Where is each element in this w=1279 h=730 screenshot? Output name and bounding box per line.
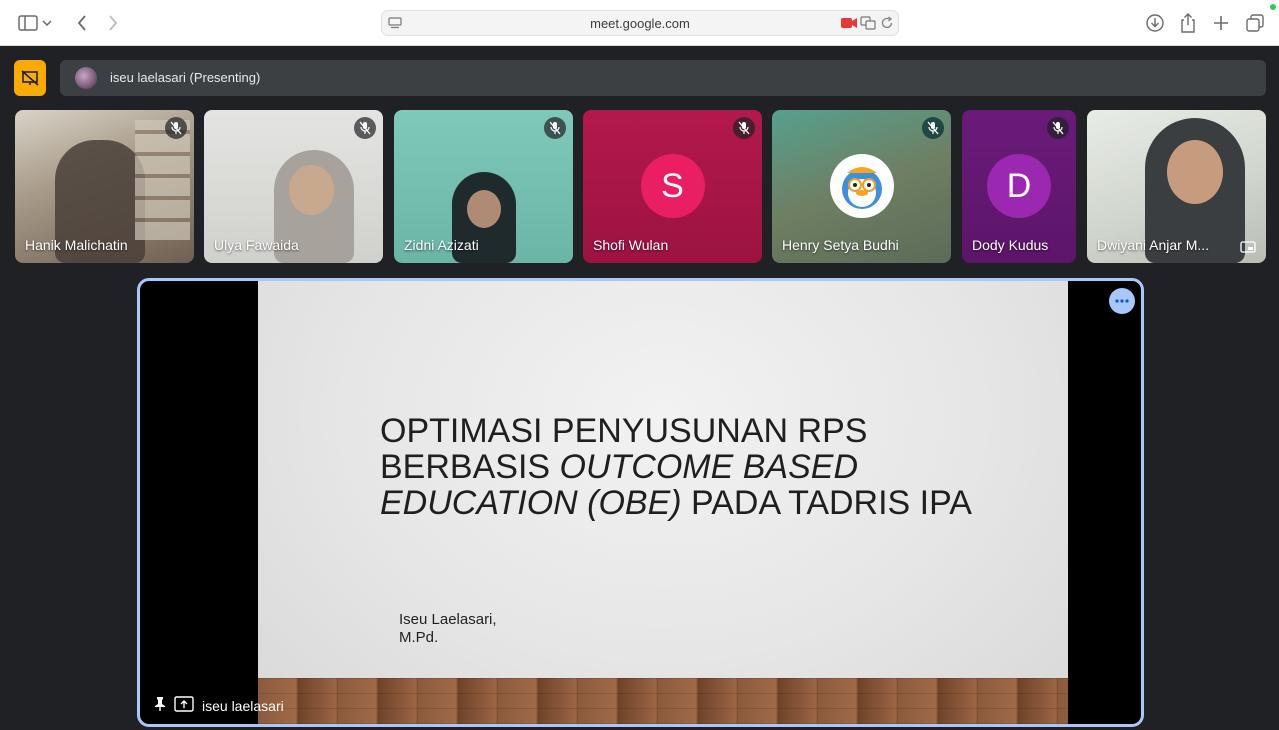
participant-name: Dwiyani Anjar M...	[1097, 237, 1210, 253]
participant-name: Dody Kudus	[972, 237, 1049, 253]
avatar: S	[640, 154, 705, 218]
forward-icon[interactable]	[101, 11, 125, 35]
sidebar-toggle-icon[interactable]	[16, 11, 40, 35]
slide-title: OPTIMASI PENYUSUNAN RPS BERBASIS OUTCOME…	[380, 413, 972, 521]
mic-off-icon	[1047, 117, 1069, 139]
address-bar[interactable]: meet.google.com	[381, 10, 899, 36]
presenter-avatar	[75, 67, 97, 89]
mic-off-icon	[733, 117, 755, 139]
mic-off-icon	[165, 117, 187, 139]
avatar	[829, 154, 894, 218]
participant-tile[interactable]: Ulya Fawaida	[204, 110, 383, 263]
more-options-button[interactable]	[1109, 288, 1135, 314]
translate-icon[interactable]	[859, 14, 877, 32]
participant-tile[interactable]: S Shofi Wulan	[583, 110, 762, 263]
reload-icon[interactable]	[878, 14, 896, 32]
back-icon[interactable]	[70, 11, 94, 35]
picture-in-picture-icon[interactable]	[1238, 239, 1258, 255]
presentation-slide: OPTIMASI PENYUSUNAN RPS BERBASIS OUTCOME…	[258, 281, 1068, 724]
slide-title-line1: OPTIMASI PENYUSUNAN RPS	[380, 412, 868, 450]
new-tab-icon[interactable]	[1209, 11, 1233, 35]
url-text: meet.google.com	[590, 16, 690, 31]
chevron-down-icon[interactable]	[40, 11, 54, 35]
participant-tile[interactable]: Zidni Azizati	[394, 110, 573, 263]
camera-in-use-icon[interactable]	[840, 14, 858, 32]
participant-face	[467, 190, 501, 228]
participant-face	[289, 165, 334, 215]
penguin-avatar-icon	[841, 167, 882, 209]
mic-off-icon	[544, 117, 566, 139]
downloads-icon[interactable]	[1143, 11, 1167, 35]
presenter-label: iseu laelasari	[154, 696, 284, 715]
presenting-banner: iseu laelasari (Presenting)	[60, 60, 1266, 96]
participant-name: Hanik Malichatin	[25, 237, 128, 253]
slide-author: Iseu Laelasari, M.Pd.	[399, 611, 497, 646]
bookshelf-background	[135, 120, 190, 240]
participant-face	[1167, 140, 1223, 204]
presenter-name: iseu laelasari	[202, 697, 284, 714]
more-horizontal-icon	[1115, 299, 1129, 303]
participant-name: Henry Setya Budhi	[782, 237, 899, 253]
slide-title-line2: BERBASIS OUTCOME BASED	[380, 448, 858, 486]
participant-name: Zidni Azizati	[404, 237, 479, 253]
participant-tile[interactable]: D Dody Kudus	[962, 110, 1076, 263]
share-icon[interactable]	[1176, 11, 1200, 35]
pin-icon[interactable]	[154, 696, 166, 715]
wooden-floor-graphic	[258, 678, 1068, 724]
mic-off-icon	[922, 117, 944, 139]
participant-tile[interactable]: Henry Setya Budhi	[772, 110, 951, 263]
stop-presenting-button[interactable]	[14, 60, 46, 96]
mic-off-icon	[354, 117, 376, 139]
privacy-indicator	[1270, 4, 1276, 10]
avatar: D	[987, 154, 1051, 218]
browser-toolbar: meet.google.com	[0, 0, 1279, 46]
presentation-off-icon	[21, 70, 39, 86]
participant-tile[interactable]: Dwiyani Anjar M...	[1087, 110, 1266, 263]
present-screen-icon	[174, 696, 194, 715]
tab-overview-icon[interactable]	[1243, 11, 1267, 35]
participant-tile[interactable]: Hanik Malichatin	[15, 110, 194, 263]
participant-name: Shofi Wulan	[593, 237, 669, 253]
participant-name: Ulya Fawaida	[214, 237, 299, 253]
presentation-stage[interactable]: OPTIMASI PENYUSUNAN RPS BERBASIS OUTCOME…	[137, 278, 1144, 727]
presenting-label: iseu laelasari (Presenting)	[110, 70, 261, 85]
slide-title-line3: EDUCATION (OBE) PADA TADRIS IPA	[380, 484, 972, 522]
